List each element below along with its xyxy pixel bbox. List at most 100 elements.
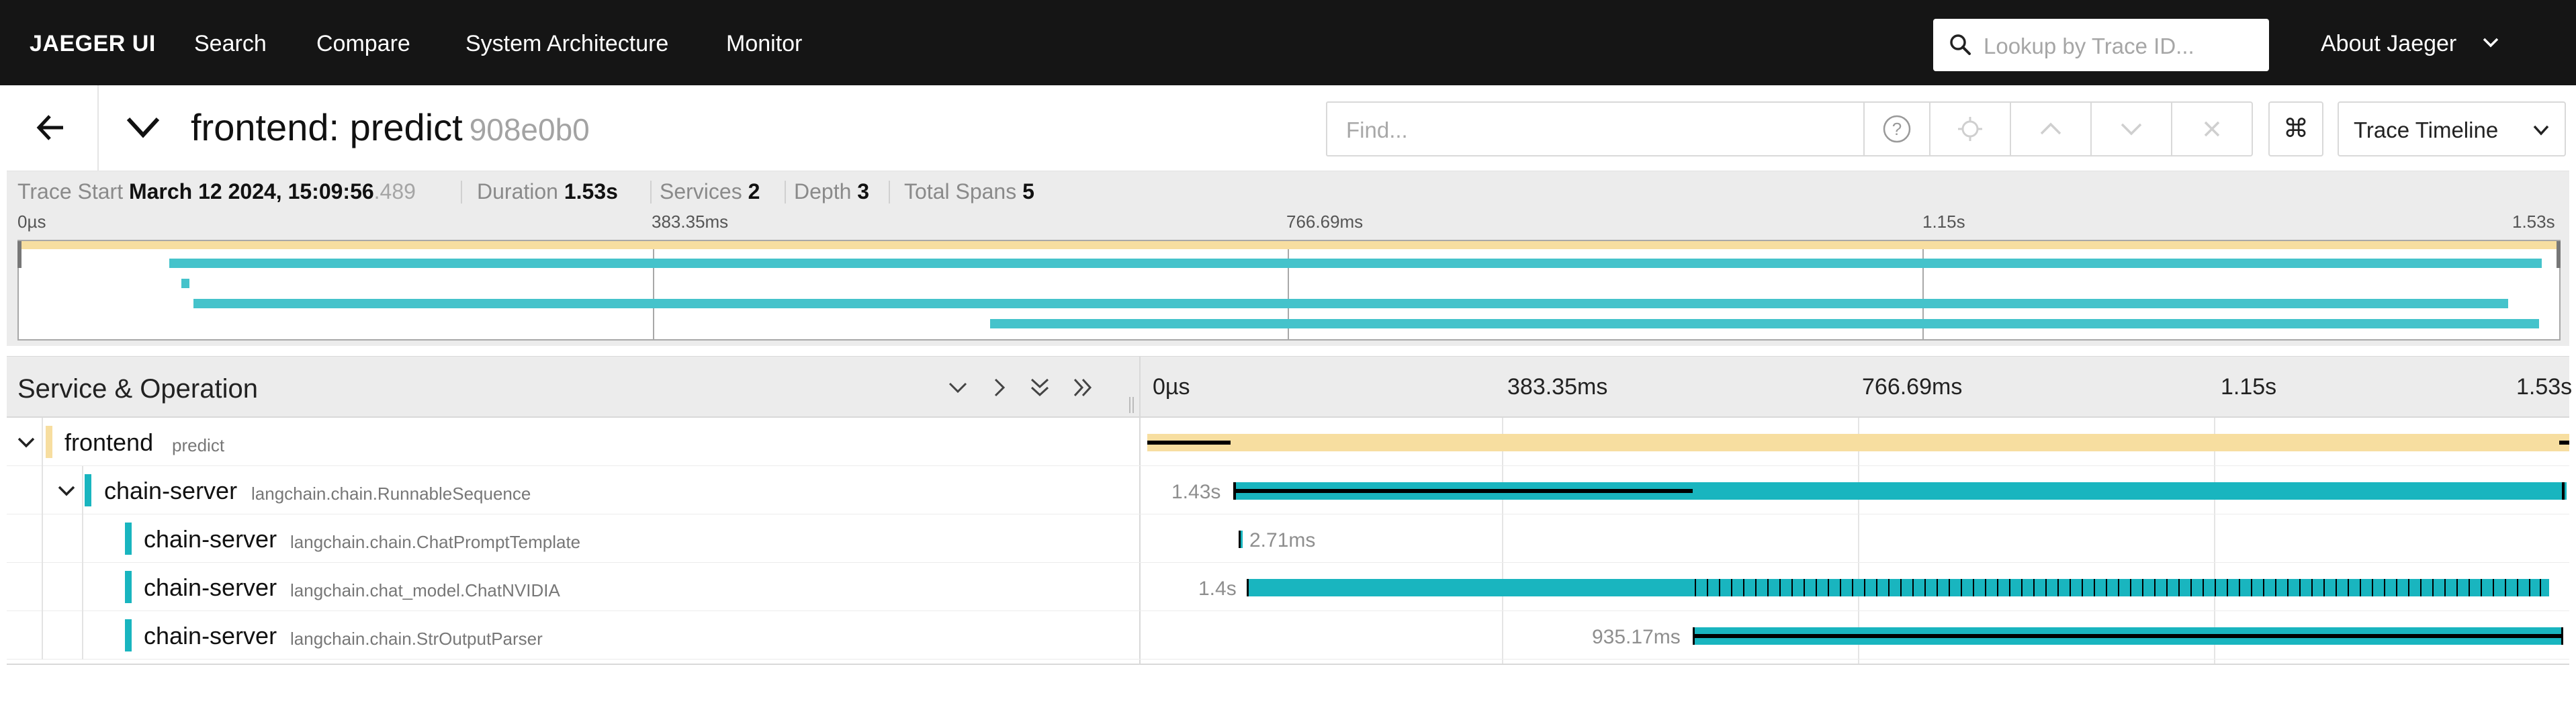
trace-id-lookup-input[interactable]: Lookup by Trace ID... <box>1933 19 2269 71</box>
trace-page-header: frontend: predict 908e0b0 Find... ? ⌘ Tr… <box>7 85 2569 171</box>
tree-guide <box>42 514 43 563</box>
span-service: chain-server <box>144 525 277 553</box>
nav-system-architecture[interactable]: System Architecture <box>465 31 668 57</box>
duration-value: 1.53s <box>564 179 618 204</box>
minimap-span-bar <box>169 259 2542 268</box>
collapse-all-icon[interactable] <box>1028 375 1052 400</box>
depth-value: 3 <box>857 179 870 204</box>
tree-guide <box>82 611 83 660</box>
svg-text:?: ? <box>1892 119 1902 139</box>
span-service: chain-server <box>104 477 238 504</box>
trace-summary-bar: Trace Start March 12 2024, 15:09:56.489 … <box>7 171 2569 212</box>
minimap-tick: 0µs <box>17 212 46 232</box>
summary-divider <box>461 181 462 204</box>
span-name-cell[interactable]: chain-server langchain.chain.StrOutputPa… <box>7 611 1146 660</box>
tree-guide <box>82 514 83 563</box>
minimap-span-bar <box>990 319 2539 328</box>
trace-start: Trace Start March 12 2024, 15:09:56.489 <box>17 179 416 204</box>
search-icon <box>1950 34 1971 55</box>
span-operation: langchain.chain.RunnableSequence <box>251 484 531 504</box>
chevron-up-icon <box>2040 122 2061 135</box>
view-selector[interactable]: Trace Timeline <box>2338 101 2566 156</box>
critical-path <box>1239 531 1241 548</box>
find-input[interactable]: Find... <box>1326 101 1871 156</box>
span-row[interactable]: chain-server langchain.chain.ChatPromptT… <box>7 514 2569 563</box>
collapse-one-icon[interactable] <box>946 375 970 400</box>
tree-guide <box>42 611 43 660</box>
nav-monitor[interactable]: Monitor <box>726 31 802 57</box>
span-row[interactable]: chain-server langchain.chain.RunnableSeq… <box>7 466 2569 514</box>
expand-one-icon[interactable] <box>987 375 1012 400</box>
trace-name: frontend: predict <box>191 106 463 148</box>
minimap-handle-left[interactable] <box>17 241 21 268</box>
minimap-canvas[interactable] <box>17 240 2561 341</box>
span-log-markers[interactable] <box>1693 579 2549 596</box>
find-placeholder: Find... <box>1346 118 1408 142</box>
minimap-handle-right[interactable] <box>2557 241 2561 268</box>
top-nav: JAEGER UI Search Compare System Architec… <box>0 0 2576 85</box>
focus-result-button[interactable] <box>1929 101 2011 156</box>
expand-all-icon[interactable] <box>1071 375 1095 400</box>
column-resizer-handle[interactable] <box>1128 397 1135 413</box>
header-divider <box>97 85 99 171</box>
total-spans: Total Spans 5 <box>904 179 1034 204</box>
span-row[interactable]: frontend predict <box>7 418 2569 466</box>
nav-search[interactable]: Search <box>194 31 267 57</box>
span-operation: langchain.chain.StrOutputParser <box>290 629 543 649</box>
critical-path <box>1247 579 1249 596</box>
critical-path <box>2559 441 2569 445</box>
service-color-bar <box>46 426 52 458</box>
about-label: About Jaeger <box>2321 31 2457 56</box>
service-color-bar <box>125 523 132 555</box>
keyboard-shortcuts-button[interactable]: ⌘ <box>2268 101 2323 156</box>
span-name-cell[interactable]: chain-server langchain.chain.RunnableSeq… <box>7 466 1146 514</box>
trace-start-value: March 12 2024, 15:09:56 <box>128 179 374 204</box>
minimap-gridline <box>653 241 654 339</box>
brand-logo[interactable]: JAEGER UI <box>30 31 156 57</box>
chevron-down-icon[interactable] <box>56 484 77 498</box>
span-row[interactable]: chain-server langchain.chain.StrOutputPa… <box>7 611 2569 660</box>
span-operation: predict <box>172 435 225 455</box>
trace-title: frontend: predict 908e0b0 <box>191 105 590 149</box>
tree-guide <box>42 466 43 514</box>
critical-path <box>2562 482 2565 500</box>
span-operation: langchain.chat_model.ChatNVIDIA <box>290 580 560 600</box>
critical-path <box>1233 489 1693 493</box>
nav-compare[interactable]: Compare <box>316 31 410 57</box>
minimap-tick: 1.53s <box>2512 212 2555 232</box>
span-name-cell[interactable]: chain-server langchain.chain.ChatPromptT… <box>7 514 1146 563</box>
span-duration-label: 1.4s <box>1198 578 1237 600</box>
service-color-bar <box>125 619 132 651</box>
minimap-tick: 383.35ms <box>652 212 729 232</box>
chevron-down-icon <box>2483 38 2499 48</box>
span-row[interactable]: chain-server langchain.chat_model.ChatNV… <box>7 563 2569 611</box>
timeline-tick: 383.35ms <box>1507 374 1608 400</box>
depth: Depth 3 <box>794 179 869 204</box>
chevron-down-icon[interactable] <box>16 435 36 450</box>
find-help-button[interactable]: ? <box>1863 101 1930 156</box>
tree-guide <box>82 563 83 611</box>
critical-path <box>1147 441 1231 445</box>
prev-result-button[interactable] <box>2010 101 2092 156</box>
minimap-tick: 1.15s <box>1922 212 1965 232</box>
critical-path <box>2561 627 2563 645</box>
clear-search-button[interactable] <box>2171 101 2253 156</box>
summary-divider <box>889 181 890 204</box>
services: Services 2 <box>660 179 760 204</box>
trace-id: 908e0b0 <box>469 112 590 147</box>
about-jaeger-menu[interactable]: About Jaeger <box>2321 31 2499 57</box>
next-result-button[interactable] <box>2090 101 2172 156</box>
duration-label: Duration <box>477 179 558 204</box>
service-color-bar <box>85 474 91 506</box>
trace-minimap[interactable]: 0µs 383.35ms 766.69ms 1.15s 1.53s <box>7 212 2569 346</box>
depth-label: Depth <box>794 179 852 204</box>
timeline-header: Service & Operation 0µs 383.35ms 766.69m… <box>7 356 2572 418</box>
span-name-cell[interactable]: chain-server langchain.chat_model.ChatNV… <box>7 563 1146 611</box>
span-bar[interactable] <box>1147 434 2569 451</box>
back-arrow-icon[interactable] <box>34 111 67 144</box>
duration: Duration 1.53s <box>477 179 618 204</box>
span-name-cell[interactable]: frontend predict <box>7 418 1146 466</box>
total-spans-value: 5 <box>1022 179 1034 204</box>
collapse-chevron-icon[interactable] <box>124 114 162 140</box>
locate-icon <box>1958 117 1982 141</box>
